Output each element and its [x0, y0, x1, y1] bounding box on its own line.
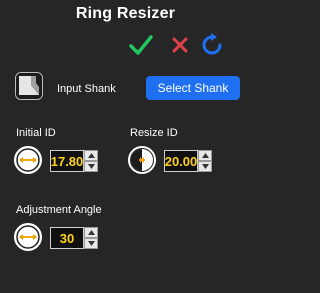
resize-id-value[interactable]: 20.00	[164, 150, 198, 172]
adjustment-angle-decrement[interactable]	[84, 238, 98, 249]
cancel-button[interactable]	[167, 32, 193, 58]
reset-button[interactable]	[199, 32, 225, 58]
x-icon	[172, 37, 188, 53]
angle-icon	[14, 223, 42, 251]
initial-id-decrement[interactable]	[84, 161, 98, 172]
caret-down-icon	[201, 164, 209, 169]
initial-id-label: Initial ID	[16, 127, 56, 139]
caret-down-icon	[87, 241, 95, 246]
initial-id-increment[interactable]	[84, 150, 98, 161]
shank-icon	[15, 72, 43, 100]
adjustment-angle-increment[interactable]	[84, 227, 98, 238]
resize-id-label: Resize ID	[130, 127, 178, 139]
caret-up-icon	[87, 153, 95, 158]
select-shank-button[interactable]: Select Shank	[146, 76, 240, 100]
refresh-icon	[202, 33, 222, 55]
initial-id-stepper[interactable]: 17.80	[50, 150, 98, 172]
adjustment-angle-stepper[interactable]: 30	[50, 227, 98, 249]
resize-id-stepper[interactable]: 20.00	[164, 150, 212, 172]
caret-up-icon	[87, 230, 95, 235]
resize-id-decrement[interactable]	[198, 161, 212, 172]
resize-diameter-icon	[128, 146, 156, 174]
input-shank-label: Input Shank	[57, 83, 116, 95]
resize-id-increment[interactable]	[198, 150, 212, 161]
caret-down-icon	[87, 164, 95, 169]
adjustment-angle-value[interactable]: 30	[50, 227, 84, 249]
adjustment-angle-label: Adjustment Angle	[16, 204, 102, 216]
panel-title: Ring Resizer	[75, 5, 176, 22]
diameter-icon	[14, 146, 42, 174]
initial-id-value[interactable]: 17.80	[50, 150, 84, 172]
check-icon	[129, 35, 153, 55]
accept-button[interactable]	[128, 32, 154, 58]
ring-resizer-panel: Ring Resizer Input Shank Select Shank In…	[0, 0, 251, 293]
caret-up-icon	[201, 153, 209, 158]
